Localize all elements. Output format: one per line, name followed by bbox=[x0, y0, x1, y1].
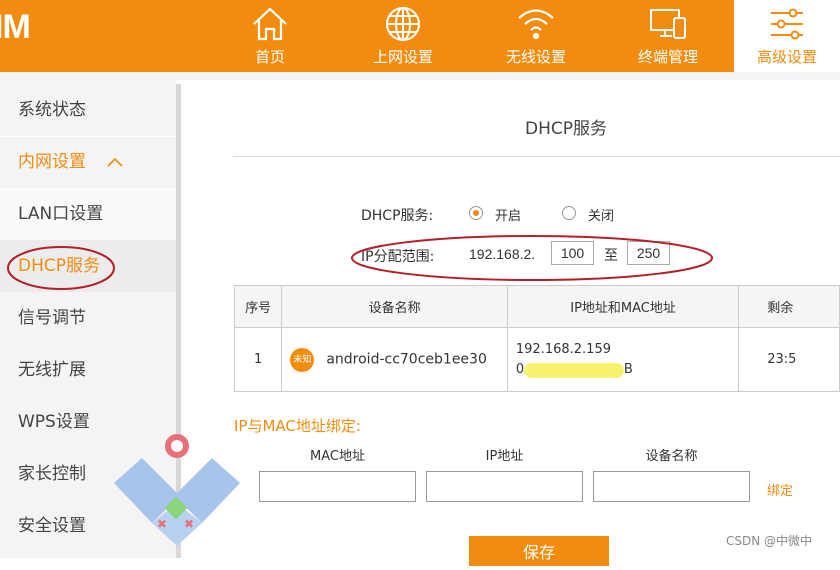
binding-header-mac: MAC地址 bbox=[310, 449, 365, 464]
title-divider bbox=[233, 156, 840, 157]
watermark: CSDN @中微中 bbox=[726, 534, 813, 548]
header-divider bbox=[0, 72, 840, 80]
ip-range-end-input[interactable]: 250 bbox=[627, 241, 670, 265]
dhcp-on-label: 开启 bbox=[495, 209, 522, 224]
mac-redaction-mark bbox=[523, 362, 624, 378]
dhcp-service-label: DHCP服务: bbox=[361, 208, 434, 224]
device-name: android-cc70ceb1ee30 bbox=[326, 351, 487, 367]
nav-internet[interactable]: 上网设置 bbox=[337, 0, 469, 72]
nav-wireless[interactable]: 无线设置 bbox=[470, 0, 602, 72]
ip-range-to-label: 至 bbox=[604, 248, 618, 264]
unknown-device-badge: 未知 bbox=[290, 347, 315, 372]
sliders-icon bbox=[771, 8, 803, 40]
page-title: DHCP服务 bbox=[525, 119, 607, 139]
sidebar: 系统状态 内网设置 LAN口设置 DHCP服务 信号调节 无线扩展 WPS设置 … bbox=[0, 80, 176, 558]
save-button[interactable]: 保存 bbox=[469, 536, 609, 566]
top-nav-bar: IM 首页 上网设置 无线设置 终端管理 高级设置 bbox=[0, 0, 840, 72]
sidebar-item-signal[interactable]: 信号调节 bbox=[0, 292, 176, 344]
nav-advanced-label: 高级设置 bbox=[756, 48, 817, 66]
nav-home-label: 首页 bbox=[254, 48, 285, 66]
nav-home[interactable]: 首页 bbox=[204, 0, 336, 72]
home-icon bbox=[253, 7, 287, 41]
sidebar-item-security[interactable]: 安全设置 bbox=[0, 500, 176, 552]
sidebar-item-parental[interactable]: 家长控制 bbox=[0, 448, 176, 500]
row-device-cell: 未知 android-cc70ceb1ee30 bbox=[281, 327, 508, 392]
binding-mac-input[interactable] bbox=[259, 471, 416, 502]
ip-range-label: IP分配范围: bbox=[361, 249, 435, 265]
table-header-row: 序号 设备名称 IP地址和MAC地址 剩余 bbox=[233, 285, 840, 328]
binding-ip-input[interactable] bbox=[426, 471, 583, 502]
sidebar-item-lan-port[interactable]: LAN口设置 bbox=[0, 188, 176, 240]
sidebar-item-wps[interactable]: WPS设置 bbox=[0, 396, 176, 448]
binding-device-input[interactable] bbox=[593, 471, 750, 502]
sidebar-item-lan-settings[interactable]: 内网设置 bbox=[0, 136, 176, 188]
nav-internet-label: 上网设置 bbox=[372, 48, 433, 66]
device-ip: 192.168.2.159 bbox=[515, 341, 611, 357]
devices-icon bbox=[650, 9, 686, 39]
nav-wireless-label: 无线设置 bbox=[505, 48, 566, 66]
main-content: DHCP服务 DHCP服务: 开启 关闭 IP分配范围: 192.168.2. … bbox=[181, 80, 840, 566]
sidebar-item-dhcp[interactable]: DHCP服务 bbox=[0, 240, 176, 292]
globe-icon bbox=[386, 7, 420, 41]
col-header-ip-mac: IP地址和MAC地址 bbox=[506, 285, 740, 328]
wifi-icon bbox=[518, 9, 554, 40]
col-header-device-name: 设备名称 bbox=[281, 285, 508, 328]
dhcp-off-radio[interactable] bbox=[562, 206, 576, 220]
brand-logo: IM bbox=[0, 8, 31, 46]
dhcp-on-radio[interactable] bbox=[469, 206, 483, 220]
row-ip-mac-cell: 192.168.2.159 0 B bbox=[506, 327, 740, 392]
ip-mac-binding-title: IP与MAC地址绑定: bbox=[234, 417, 361, 435]
dhcp-off-label: 关闭 bbox=[588, 209, 615, 224]
nav-devices-label: 终端管理 bbox=[637, 48, 698, 66]
row-lease: 23:5 bbox=[738, 327, 840, 392]
sidebar-item-system-status[interactable]: 系统状态 bbox=[0, 84, 176, 136]
sidebar-item-label: 内网设置 bbox=[18, 152, 86, 172]
col-header-lease: 剩余 bbox=[738, 285, 840, 328]
ip-range-prefix: 192.168.2. bbox=[469, 246, 536, 262]
device-mac: 0 B bbox=[515, 361, 633, 378]
bind-button[interactable]: 绑定 bbox=[767, 480, 793, 499]
ip-range-start-input[interactable]: 100 bbox=[551, 241, 594, 265]
table-row: 1 未知 android-cc70ceb1ee30 192.168.2.159 0… bbox=[233, 327, 840, 392]
nav-devices[interactable]: 终端管理 bbox=[602, 0, 734, 72]
binding-header-device: 设备名称 bbox=[645, 449, 698, 464]
row-index: 1 bbox=[233, 327, 283, 392]
dhcp-client-table: 序号 设备名称 IP地址和MAC地址 剩余 1 未知 android-cc70ce… bbox=[233, 285, 840, 392]
sidebar-item-wireless-extend[interactable]: 无线扩展 bbox=[0, 344, 176, 396]
chevron-up-icon bbox=[107, 136, 123, 188]
col-header-index: 序号 bbox=[233, 285, 283, 328]
nav-advanced[interactable]: 高级设置 bbox=[734, 0, 840, 72]
binding-header-ip: IP地址 bbox=[485, 449, 524, 464]
